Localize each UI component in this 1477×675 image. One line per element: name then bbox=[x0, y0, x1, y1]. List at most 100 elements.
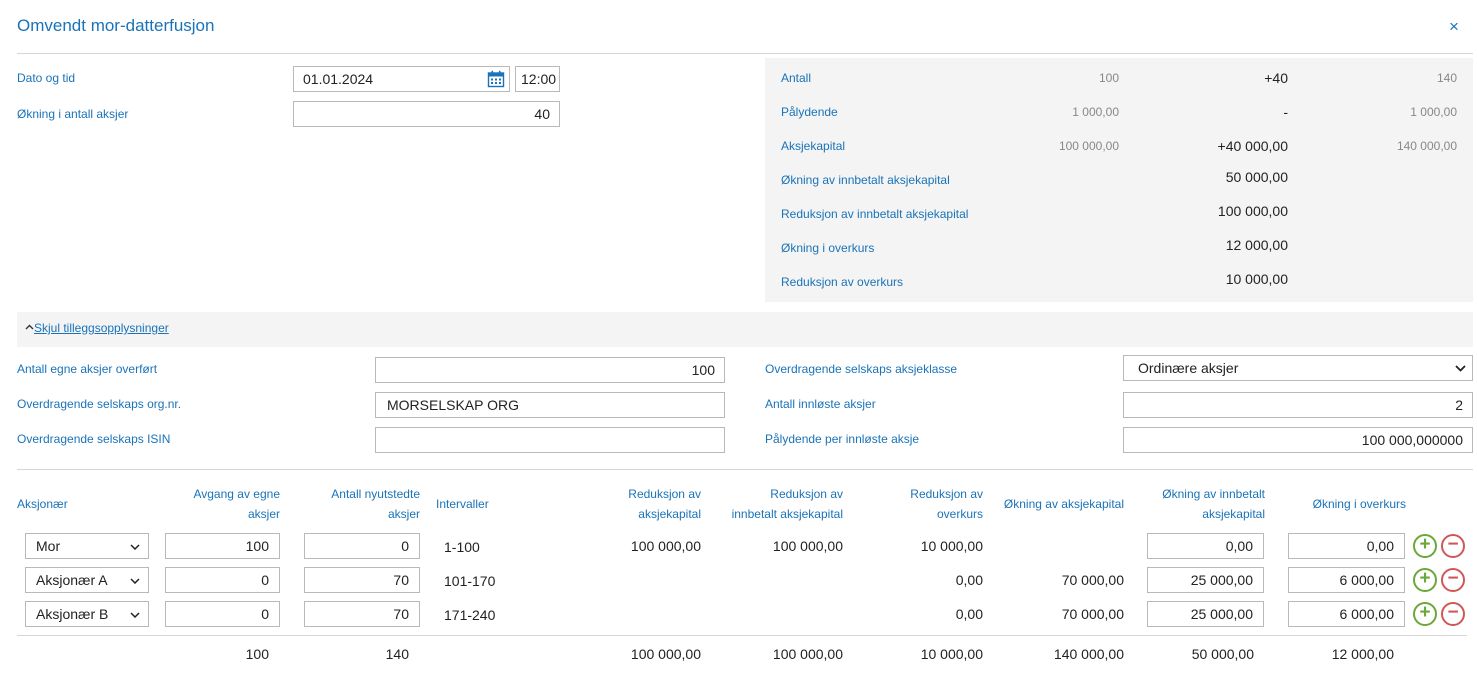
shareholder-value: Aksjonær B bbox=[36, 606, 109, 622]
inc-paid-input[interactable]: 0,00 bbox=[1147, 533, 1264, 559]
col-header-line: Reduksjon av bbox=[770, 487, 843, 501]
col-header-intervals: Intervaller bbox=[436, 497, 489, 511]
own-out-input[interactable]: 0 bbox=[165, 567, 280, 593]
increase-label: Økning i antall aksjer bbox=[17, 107, 129, 121]
red-over-value: 10 000,00 bbox=[920, 538, 983, 554]
summary-label-palydende: Pålydende bbox=[781, 105, 838, 119]
date-input[interactable]: 01.01.2024 bbox=[293, 66, 510, 92]
interval-value: 171-240 bbox=[444, 607, 496, 623]
orgnr-label: Overdragende selskaps org.nr. bbox=[17, 397, 182, 411]
toggle-additional-info-label: Skjul tilleggsopplysninger bbox=[34, 321, 169, 335]
minus-icon[interactable]: − bbox=[1441, 602, 1465, 626]
col-header-inc-paid: Økning av innbetalt aksjekapital bbox=[1130, 484, 1265, 524]
chevron-down-icon bbox=[130, 578, 140, 584]
col-header-line: innbetalt aksjekapital bbox=[731, 507, 843, 521]
own-out-input[interactable]: 0 bbox=[165, 601, 280, 627]
interval-value: 1-100 bbox=[444, 539, 480, 555]
own-shares-label: Antall egne aksjer overført bbox=[17, 362, 158, 376]
new-shares-input[interactable]: 0 bbox=[304, 533, 420, 559]
col-header-line: aksjer bbox=[387, 507, 420, 521]
new-shares-input[interactable]: 70 bbox=[304, 567, 420, 593]
own-out-input[interactable]: 100 bbox=[165, 533, 280, 559]
col-header-line: aksjekapital bbox=[638, 507, 701, 521]
summary-delta: - bbox=[1283, 104, 1288, 120]
orgnr-input[interactable]: MORSELSKAP ORG bbox=[375, 392, 725, 418]
plus-icon[interactable]: + bbox=[1413, 602, 1437, 626]
summary-label-reduksjon-innbetalt: Reduksjon av innbetalt aksjekapital bbox=[781, 207, 969, 221]
summary-after: 1 000,00 bbox=[1410, 105, 1457, 119]
par-label: Pålydende per innløste aksje bbox=[765, 432, 920, 446]
col-header-line: Reduksjon av bbox=[628, 487, 701, 501]
date-value: 01.01.2024 bbox=[303, 71, 374, 87]
chevron-down-icon bbox=[1455, 365, 1466, 372]
summary-before: 100 000,00 bbox=[1058, 139, 1119, 153]
additional-info-bar bbox=[17, 312, 1473, 347]
shareholder-select[interactable]: Aksjonær B bbox=[25, 601, 149, 627]
plus-icon[interactable]: + bbox=[1413, 534, 1437, 558]
col-header-inc-cap: Økning av aksjekapital bbox=[1003, 497, 1124, 511]
section-divider bbox=[17, 469, 1473, 470]
minus-icon[interactable]: − bbox=[1441, 534, 1465, 558]
isin-input[interactable] bbox=[375, 427, 725, 453]
header-divider bbox=[17, 53, 1473, 54]
total-inc-paid: 50 000,00 bbox=[1191, 646, 1254, 662]
summary-after: 140 000,00 bbox=[1396, 139, 1457, 153]
total-inc-cap: 140 000,00 bbox=[1053, 646, 1124, 662]
col-header-line: Økning av innbetalt bbox=[1162, 487, 1265, 501]
dialog-title: Omvendt mor-datterfusjon bbox=[17, 16, 215, 35]
summary-after: 140 bbox=[1436, 71, 1457, 85]
total-red-over: 10 000,00 bbox=[920, 646, 983, 662]
inc-cap-value: 70 000,00 bbox=[1061, 572, 1124, 588]
own-shares-input[interactable]: 100 bbox=[375, 357, 725, 383]
redeemed-input[interactable]: 2 bbox=[1123, 392, 1473, 418]
isin-label: Overdragende selskaps ISIN bbox=[17, 432, 171, 446]
chevron-up-icon bbox=[25, 324, 34, 330]
toggle-additional-info-link[interactable]: Skjul tilleggsopplysninger bbox=[25, 321, 169, 335]
share-class-select[interactable]: Ordinære aksjer bbox=[1123, 355, 1473, 381]
col-header-red-paid: Reduksjon av innbetalt aksjekapital bbox=[700, 484, 843, 524]
summary-delta: +40 bbox=[1264, 70, 1288, 86]
inc-over-input[interactable]: 6 000,00 bbox=[1288, 601, 1405, 627]
inc-over-input[interactable]: 0,00 bbox=[1288, 533, 1405, 559]
close-icon[interactable]: × bbox=[1449, 17, 1459, 37]
col-header-line: overkurs bbox=[936, 507, 983, 521]
shareholder-select[interactable]: Aksjonær A bbox=[25, 567, 149, 593]
summary-before: 100 bbox=[1098, 71, 1119, 85]
redeemed-label: Antall innløste aksjer bbox=[765, 397, 876, 411]
share-class-value: Ordinære aksjer bbox=[1138, 360, 1239, 376]
totals-divider bbox=[17, 635, 1467, 636]
chevron-down-icon bbox=[130, 612, 140, 618]
shareholder-select[interactable]: Mor bbox=[25, 533, 149, 559]
summary-delta: +40 000,00 bbox=[1217, 138, 1288, 154]
calendar-icon[interactable] bbox=[487, 70, 505, 91]
minus-icon[interactable]: − bbox=[1441, 568, 1465, 592]
inc-over-input[interactable]: 6 000,00 bbox=[1288, 567, 1405, 593]
chevron-down-icon bbox=[130, 544, 140, 550]
time-input[interactable]: 12:00 bbox=[515, 66, 560, 92]
inc-paid-input[interactable]: 25 000,00 bbox=[1147, 601, 1264, 627]
total-red-paid: 100 000,00 bbox=[772, 646, 843, 662]
summary-label-aksjekapital: Aksjekapital bbox=[781, 139, 846, 153]
plus-icon[interactable]: + bbox=[1413, 568, 1437, 592]
summary-label-antall: Antall bbox=[781, 71, 812, 85]
summary-delta: 100 000,00 bbox=[1217, 203, 1288, 219]
col-header-line: aksjer bbox=[247, 507, 280, 521]
summary-label-okning-innbetalt: Økning av innbetalt aksjekapital bbox=[781, 173, 950, 187]
col-header-line: aksjekapital bbox=[1202, 507, 1265, 521]
par-input[interactable]: 100 000,000000 bbox=[1123, 427, 1473, 453]
col-header-red-over: Reduksjon av overkurs bbox=[860, 484, 983, 524]
inc-paid-input[interactable]: 25 000,00 bbox=[1147, 567, 1264, 593]
shareholder-value: Mor bbox=[36, 538, 61, 554]
increase-input[interactable]: 40 bbox=[293, 101, 560, 127]
red-over-value: 0,00 bbox=[955, 606, 983, 622]
total-inc-over: 12 000,00 bbox=[1331, 646, 1394, 662]
col-header-new-shares: Antall nyutstedte aksjer bbox=[300, 484, 420, 524]
summary-label-okning-overkurs: Økning i overkurs bbox=[781, 241, 875, 255]
red-paid-value: 100 000,00 bbox=[772, 538, 843, 554]
total-own-out: 100 bbox=[245, 646, 269, 662]
col-header-line: Avgang av egne bbox=[193, 487, 280, 501]
col-header-inc-over: Økning i overkurs bbox=[1312, 497, 1406, 511]
date-time-label: Dato og tid bbox=[17, 71, 76, 85]
col-header-shareholder: Aksjonær bbox=[17, 497, 68, 511]
new-shares-input[interactable]: 70 bbox=[304, 601, 420, 627]
